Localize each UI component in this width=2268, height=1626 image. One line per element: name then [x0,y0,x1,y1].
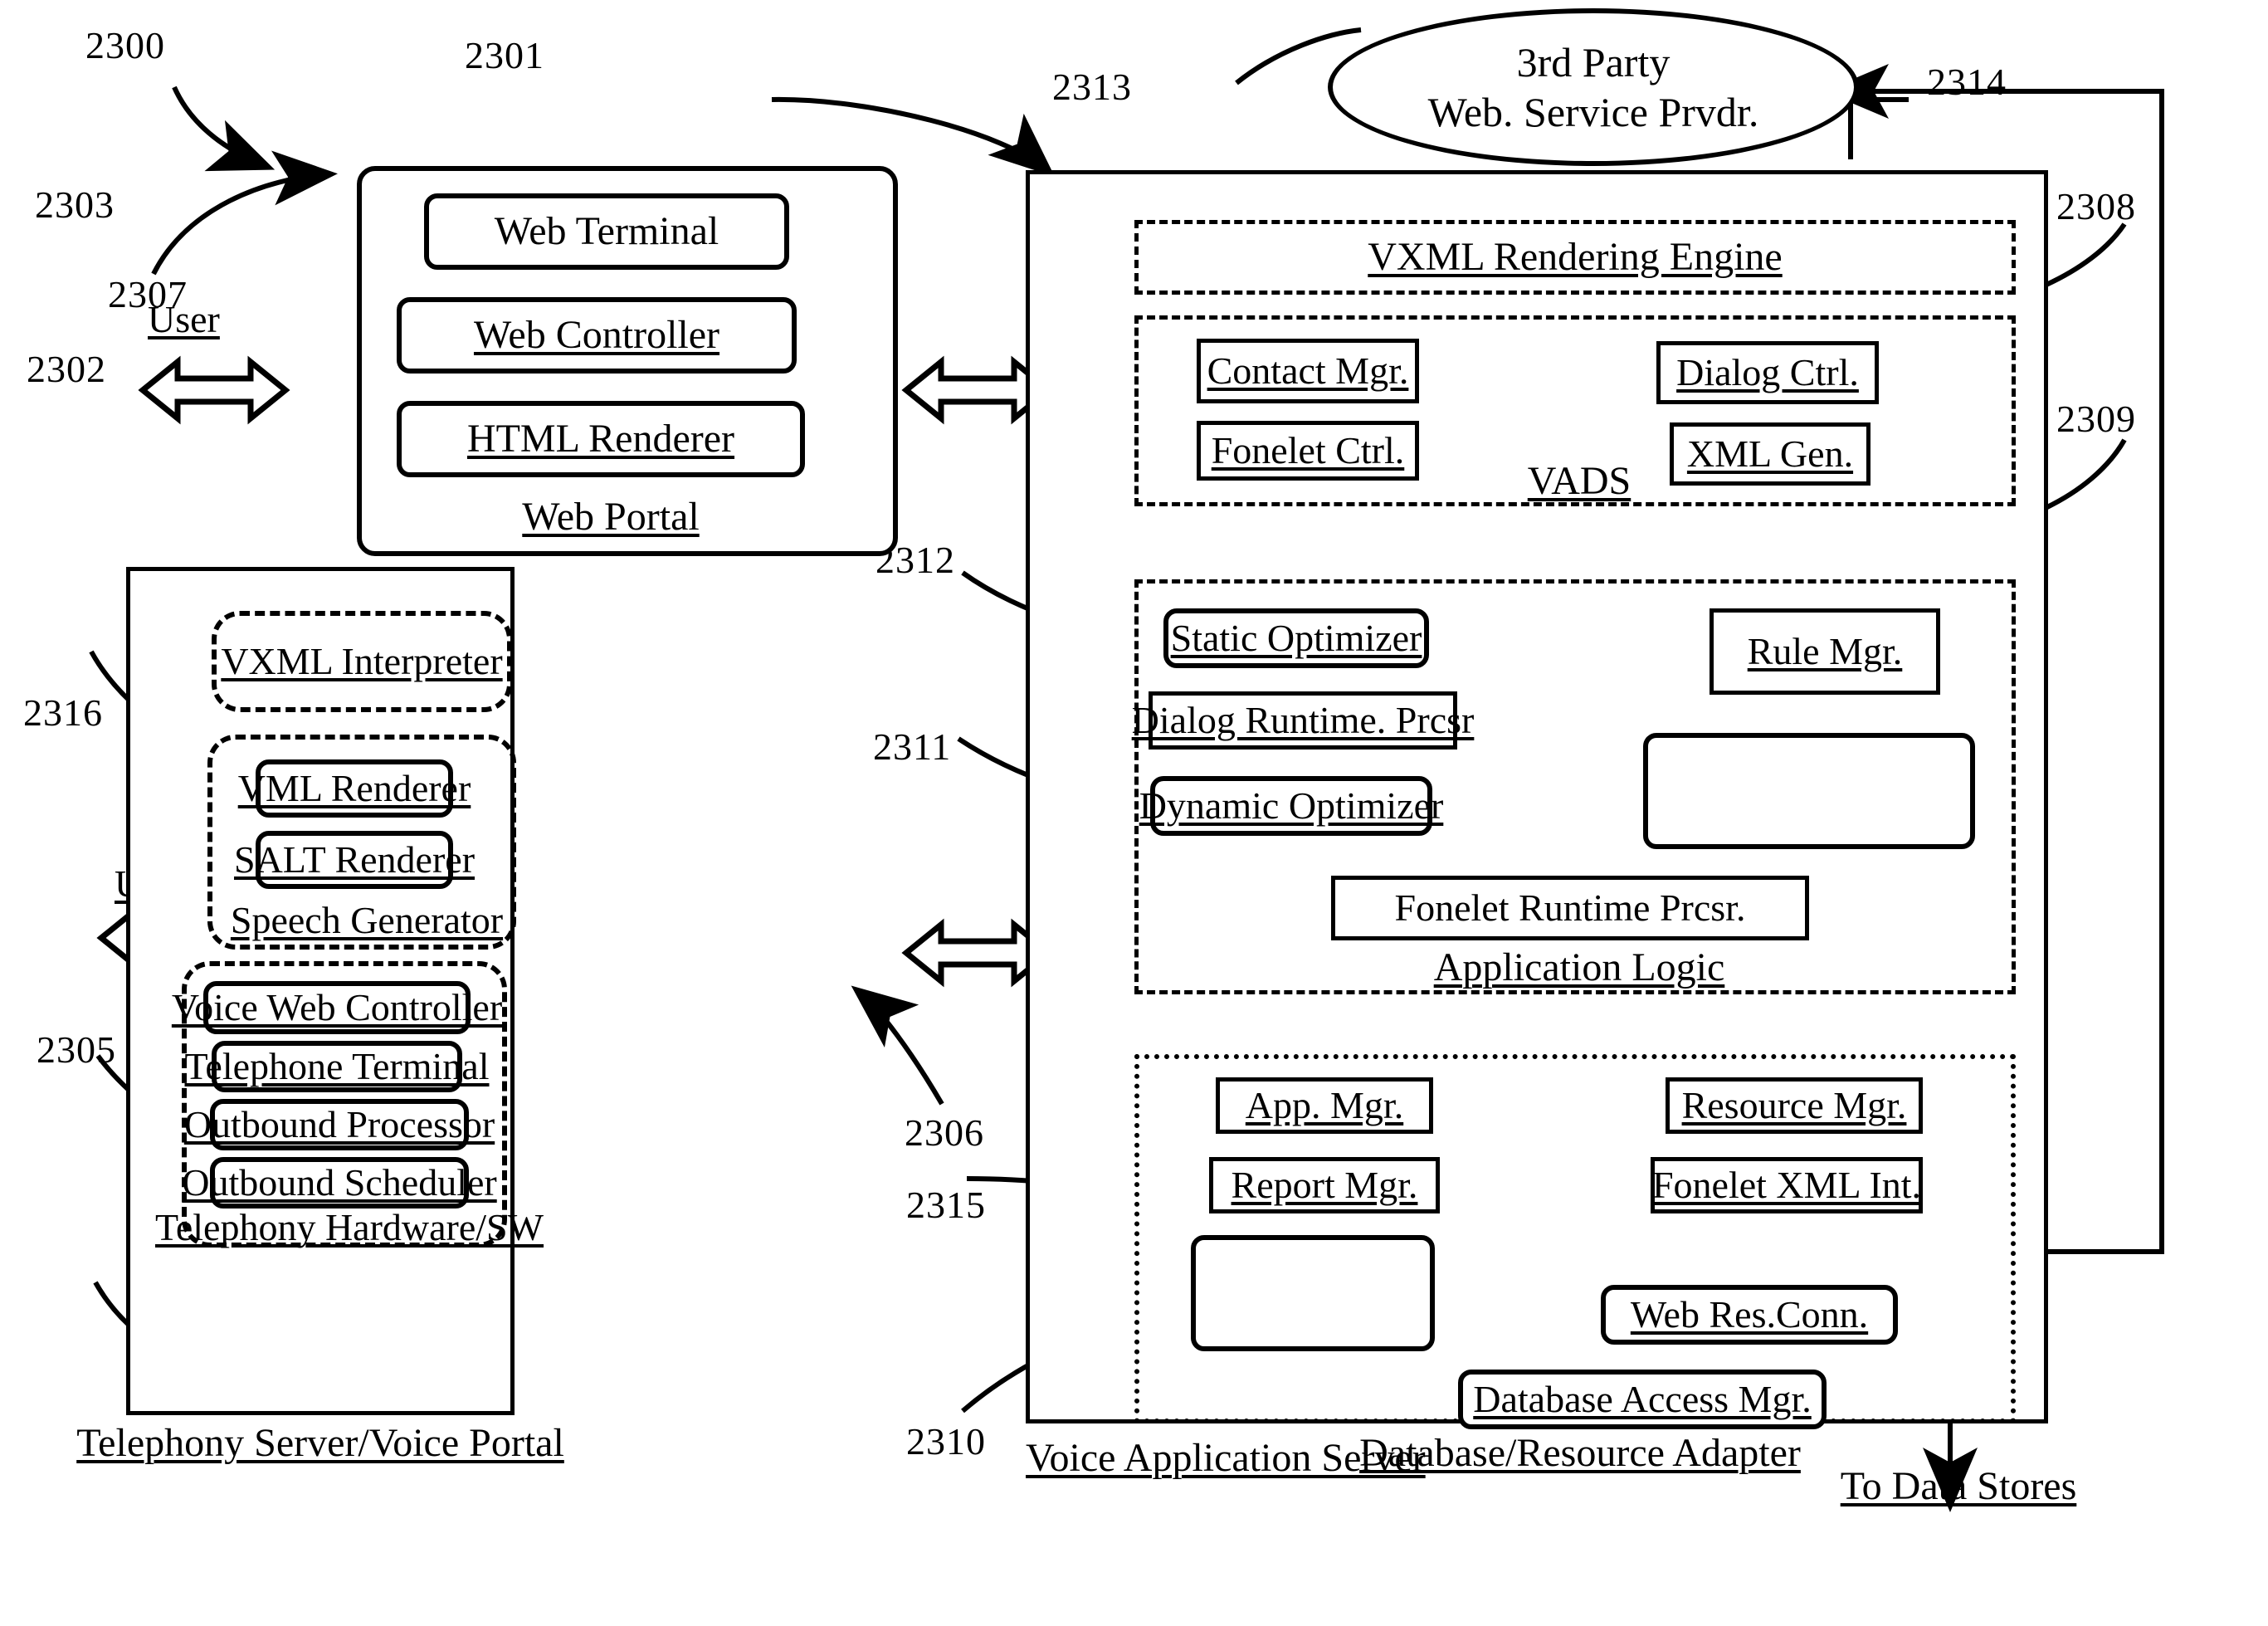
vads-title: VADS [1527,459,1631,504]
ref-2314: 2314 [1927,61,2007,103]
application-logic-title: Application Logic [1433,945,1725,990]
web-portal-panel[interactable]: Web Terminal Web Controller HTML Rendere… [357,166,898,556]
third-party-line2: Web. Service Prvdr. [1427,89,1759,135]
application-logic-block[interactable]: Static Optimizer Dialog Runtime. Prcsr D… [1132,579,2016,994]
html-renderer-label: HTML Renderer [466,417,735,461]
vxml-interpreter-block[interactable]: VXML Interpreter [212,611,512,712]
ref-2311: 2311 [873,725,952,768]
voice-web-controller-label: Voice Web Controller [171,986,503,1029]
database-resource-adapter-block[interactable]: App. Mgr. Report Mgr. Resource Mgr. Fone… [1134,1054,2016,1474]
fonelet-runtime-prcsr-label: Fonelet Runtime Prcsr. [1394,886,1746,930]
telephony-server-panel[interactable]: VXML Interpreter VML Renderer SALT Rende… [126,567,544,1415]
dialog-runtime-prcsr-label: Dialog Runtime. Prcsr [1131,699,1475,742]
dra-item-fonelet-xml-int[interactable]: Fonelet XML Int. [1651,1157,1923,1213]
report-mgr-label: Report Mgr. [1231,1164,1418,1207]
vxml-rendering-engine-label: VXML Rendering Engine [1368,235,1783,280]
vml-renderer-label: VML Renderer [237,767,471,810]
telephony-hardware-block[interactable]: Voice Web Controller Telephone Terminal … [155,961,544,1248]
telephony-hardware-item-outbound-processor[interactable]: Outbound Processor [184,1099,495,1150]
ref-2303: 2303 [35,183,115,226]
ref-2309: 2309 [2056,398,2136,440]
telephony-hardware-item-voice-web-controller[interactable]: Voice Web Controller [172,981,502,1034]
dra-item-database-access-mgr[interactable]: Database Access Mgr. [1458,1370,1827,1429]
application-logic-item-dialog-runtime-prcsr[interactable]: Dialog Runtime. Prcsr [1132,691,1474,750]
dra-item-resource-mgr[interactable]: Resource Mgr. [1666,1077,1923,1134]
salt-renderer-label: SALT Renderer [234,838,476,881]
patent-figure-2300: 2300 2303 2307 2302 2316 2305 2301 2313 … [0,0,2268,1626]
ref-2313: 2313 [1052,66,1132,108]
database-access-mgr-label: Database Access Mgr. [1473,1378,1812,1421]
application-logic-item-fonelet-runtime-prcsr[interactable]: Fonelet Runtime Prcsr. [1331,876,1809,940]
telephony-hardware-item-outbound-scheduler[interactable]: Outbound Scheduler [182,1157,497,1209]
application-logic-item-dynamic-optimizer[interactable]: Dynamic Optimizer [1139,776,1443,836]
vads-block[interactable]: Contact Mgr. Fonelet Ctrl. Dialog Ctrl. … [1134,315,2016,506]
ref-2302: 2302 [27,348,106,390]
speech-generator-item-vml-renderer[interactable]: VML Renderer [238,759,471,818]
web-controller-label: Web Controller [473,313,720,358]
vads-item-contact-mgr[interactable]: Contact Mgr. [1197,339,1419,403]
application-logic-item-rule-mgr[interactable]: Rule Mgr. [1710,608,1940,695]
third-party-line1: 3rd Party [1516,39,1671,85]
telephony-hardware-title: Telephony Hardware/SW [154,1206,544,1249]
vxml-interpreter-label: VXML Interpreter [221,640,503,683]
outbound-processor-label: Outbound Processor [183,1103,495,1146]
ref-2316: 2316 [23,691,103,734]
telephony-hardware-item-telephone-terminal[interactable]: Telephone Terminal [185,1041,489,1092]
ref-2315: 2315 [906,1184,986,1226]
voice-application-server-title: Voice Application Server [1026,1436,1426,1481]
ref-2301: 2301 [465,34,544,76]
fonelet-xml-int-label: Fonelet XML Int. [1651,1164,1922,1207]
ref-2305: 2305 [37,1028,116,1071]
web-portal-item-web-terminal[interactable]: Web Terminal [424,193,789,270]
ref-2306: 2306 [905,1111,984,1154]
speech-generator-item-salt-renderer[interactable]: SALT Renderer [234,831,475,889]
contact-mgr-label: Contact Mgr. [1207,349,1409,393]
web-portal-item-web-controller[interactable]: Web Controller [397,297,797,374]
telephone-terminal-label: Telephone Terminal [184,1045,490,1088]
outbound-scheduler-label: Outbound Scheduler [182,1161,497,1204]
web-res-conn-label: Web Res.Conn. [1630,1293,1869,1336]
vxml-rendering-engine-block[interactable]: VXML Rendering Engine [1134,220,2016,295]
static-optimizer-label: Static Optimizer [1170,617,1422,660]
dra-item-web-res-conn[interactable]: Web Res.Conn. [1601,1285,1898,1345]
dra-item-report-mgr[interactable]: Report Mgr. [1209,1157,1440,1213]
resource-mgr-label: Resource Mgr. [1681,1084,1907,1127]
telephony-server-title: Telephony Server/Voice Portal [76,1421,564,1466]
dialog-ctrl-label: Dialog Ctrl. [1676,351,1859,394]
user-web-label: User [148,298,220,340]
dra-item-app-mgr[interactable]: App. Mgr. [1216,1077,1433,1134]
ref-2308: 2308 [2056,185,2136,227]
third-party-web-service-provider: 3rd Party Web. Service Prvdr. [1328,8,1859,166]
voice-application-server-panel[interactable]: VXML Rendering Engine Contact Mgr. Fonel… [1026,170,2048,1474]
dynamic-optimizer-label: Dynamic Optimizer [1139,784,1444,828]
ref-2310: 2310 [906,1420,986,1462]
dra-item-fonelet-event-queue[interactable] [1191,1235,1435,1351]
app-mgr-label: App. Mgr. [1245,1084,1404,1127]
web-portal-title: Web Portal [522,495,700,540]
speech-generator-title: Speech Generator [230,899,504,942]
vads-item-dialog-ctrl[interactable]: Dialog Ctrl. [1656,341,1879,404]
web-portal-item-html-renderer[interactable]: HTML Renderer [397,401,805,477]
ref-2300: 2300 [85,24,165,66]
application-logic-item-dynamic-grammar-gen[interactable] [1643,733,1975,849]
web-terminal-label: Web Terminal [494,209,719,254]
speech-generator-block[interactable]: VML Renderer SALT Renderer Speech Genera… [207,735,516,950]
to-data-stores-label: To Data Stores [1840,1464,2077,1509]
application-logic-item-static-optimizer[interactable]: Static Optimizer [1163,608,1429,668]
rule-mgr-label: Rule Mgr. [1747,630,1903,673]
